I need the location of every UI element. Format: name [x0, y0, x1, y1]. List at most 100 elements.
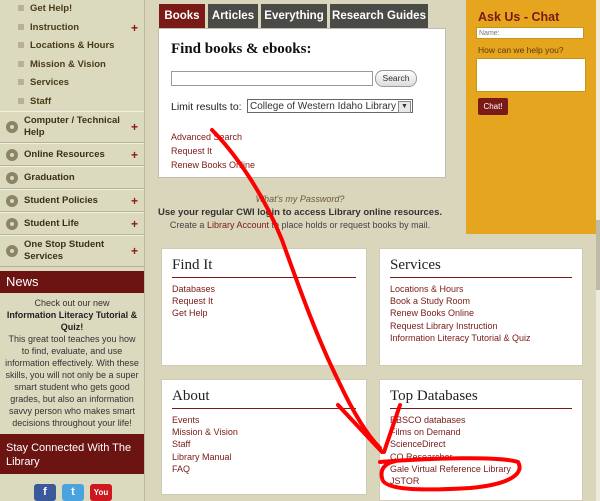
limit-select-value: College of Western Idaho Library	[250, 101, 397, 112]
services-title: Services	[390, 257, 441, 273]
services-link[interactable]: Information Literacy Tutorial & Quiz	[390, 332, 531, 344]
sidebar-subitem-mission[interactable]: Mission & Vision	[0, 56, 144, 75]
sidebar-item-label: Student Life	[24, 218, 79, 229]
scrollbar-thumb[interactable]	[596, 220, 600, 290]
sidebar-subitem-services[interactable]: Services	[0, 74, 144, 93]
sidebar-subitem-instruction[interactable]: Instruction +	[0, 19, 144, 38]
expand-plus-icon[interactable]: +	[131, 244, 138, 258]
find-it-title: Find It	[172, 257, 213, 273]
sidebar: Get Help! Instruction + Locations & Hours…	[0, 0, 145, 501]
services-link[interactable]: Request Library Instruction	[390, 320, 531, 332]
scrollbar[interactable]	[596, 0, 600, 501]
find-it-link[interactable]: Get Help	[172, 307, 215, 319]
sidebar-item-label: Online Resources	[24, 149, 105, 160]
circle-bullet-icon	[6, 245, 18, 257]
find-it-link[interactable]: Databases	[172, 283, 215, 295]
news-body: Check out our new Information Literacy T…	[0, 293, 144, 433]
sidebar-subitem-get-help[interactable]: Get Help!	[0, 0, 144, 19]
database-link[interactable]: Films on Demand	[390, 426, 511, 438]
facebook-icon[interactable]: f	[34, 484, 56, 501]
sidebar-subitem-locations[interactable]: Locations & Hours	[0, 37, 144, 56]
search-input[interactable]	[171, 71, 373, 86]
divider	[390, 408, 572, 409]
tab-research-guides[interactable]: Research Guides	[330, 4, 428, 28]
sidebar-item-computer-help[interactable]: Computer / Technical Help +	[0, 111, 144, 143]
about-box: About Events Mission & Vision Staff Libr…	[161, 379, 367, 495]
divider	[172, 277, 356, 278]
about-link[interactable]: Staff	[172, 438, 238, 450]
sidebar-item-online-resources[interactable]: Online Resources +	[0, 143, 144, 166]
services-link[interactable]: Locations & Hours	[390, 283, 531, 295]
chat-message-textarea[interactable]	[476, 58, 586, 92]
search-panel: Find books & ebooks: Search Limit result…	[158, 28, 446, 178]
sidebar-item-student-policies[interactable]: Student Policies +	[0, 189, 144, 212]
top-databases-list: EBSCO databases Films on Demand ScienceD…	[390, 414, 511, 487]
search-button[interactable]: Search	[375, 70, 417, 87]
news-text: This great tool teaches you how to find,…	[5, 334, 139, 428]
database-link[interactable]: JSTOR	[390, 475, 511, 487]
expand-plus-icon[interactable]: +	[131, 148, 138, 162]
account-notice-text: to place holds or request books by mail.	[268, 220, 431, 230]
circle-bullet-icon	[6, 194, 18, 207]
database-link-gale[interactable]: Gale Virtual Reference Library	[390, 463, 511, 475]
sidebar-item-graduation[interactable]: Graduation	[0, 166, 144, 189]
circle-bullet-icon	[6, 148, 18, 161]
database-link[interactable]: ScienceDirect	[390, 438, 511, 450]
sidebar-item-one-stop[interactable]: One Stop Student Services +	[0, 235, 144, 267]
library-account-link[interactable]: Library Account	[207, 220, 269, 230]
advanced-search-link[interactable]: Advanced Search	[171, 132, 242, 142]
sidebar-subitem-label: Mission & Vision	[30, 58, 106, 70]
bullet-icon	[18, 97, 24, 104]
sidebar-subitem-label: Locations & Hours	[30, 40, 115, 51]
about-title: About	[172, 388, 210, 404]
about-link[interactable]: Events	[172, 414, 238, 426]
youtube-icon[interactable]: You	[90, 484, 112, 501]
sidebar-subitem-staff[interactable]: Staff	[0, 93, 144, 112]
chat-panel: Ask Us - Chat Name: How can we help you?…	[466, 0, 596, 234]
sidebar-subitem-label: Services	[30, 77, 70, 88]
account-notice-text: Create a	[169, 220, 207, 230]
chat-name-input[interactable]: Name:	[476, 27, 584, 39]
services-link[interactable]: Book a Study Room	[390, 295, 531, 307]
sidebar-subnav: Get Help! Instruction + Locations & Hours…	[0, 0, 144, 111]
twitter-icon[interactable]: t	[62, 484, 84, 501]
tab-articles[interactable]: Articles	[208, 4, 258, 28]
divider	[390, 277, 572, 278]
expand-plus-icon[interactable]: +	[131, 194, 138, 208]
about-link[interactable]: Library Manual	[172, 451, 238, 463]
account-notice: Create a Library Account to place holds …	[150, 220, 450, 230]
find-it-list: Databases Request It Get Help	[172, 283, 215, 320]
bullet-icon	[18, 79, 24, 85]
sidebar-item-student-life[interactable]: Student Life +	[0, 212, 144, 235]
about-link[interactable]: Mission & Vision	[172, 426, 238, 438]
news-intro: Check out our new	[34, 298, 110, 308]
database-link[interactable]: EBSCO databases	[390, 414, 511, 426]
tab-books[interactable]: Books	[159, 4, 205, 28]
bullet-icon	[18, 60, 24, 67]
search-title: Find books & ebooks:	[171, 41, 312, 57]
circle-bullet-icon	[6, 171, 18, 184]
request-it-link[interactable]: Request It	[171, 146, 212, 156]
sidebar-subitem-label: Staff	[30, 95, 52, 107]
limit-select[interactable]: College of Western Idaho Library ▼	[247, 99, 413, 113]
divider	[172, 408, 356, 409]
news-tutorial-link[interactable]: Information Literacy Tutorial & Quiz!	[4, 309, 140, 333]
about-link[interactable]: FAQ	[172, 463, 238, 475]
expand-plus-icon[interactable]: +	[131, 19, 138, 37]
database-link[interactable]: CQ Researcher	[390, 451, 511, 463]
find-it-link[interactable]: Request It	[172, 295, 215, 307]
tab-everything[interactable]: Everything	[261, 4, 327, 28]
expand-plus-icon[interactable]: +	[131, 217, 138, 231]
chat-title: Ask Us - Chat	[478, 10, 560, 24]
password-link[interactable]: What's my Password?	[150, 194, 450, 204]
dropdown-arrow-icon[interactable]: ▼	[398, 101, 411, 113]
sidebar-item-label: Graduation	[24, 172, 75, 183]
expand-plus-icon[interactable]: +	[131, 120, 138, 134]
circle-bullet-icon	[6, 217, 18, 230]
chat-button[interactable]: Chat!	[478, 98, 508, 115]
renew-books-link[interactable]: Renew Books Online	[171, 160, 255, 170]
services-link[interactable]: Renew Books Online	[390, 307, 531, 319]
about-list: Events Mission & Vision Staff Library Ma…	[172, 414, 238, 475]
limit-label: Limit results to:	[171, 101, 242, 113]
chat-question-label: How can we help you?	[478, 45, 564, 55]
